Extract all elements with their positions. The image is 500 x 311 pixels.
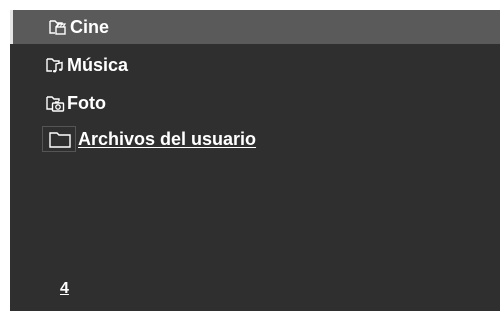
media-browser-screen: Cine Música Foto Archivos del usuario 4 — [10, 10, 500, 311]
menu-item-foto[interactable]: Foto — [10, 86, 500, 120]
music-folder-icon — [46, 58, 63, 73]
photo-folder-icon — [46, 96, 65, 112]
menu-item-label: Foto — [67, 93, 106, 113]
folder-icon — [49, 132, 71, 148]
menu-item-musica[interactable]: Música — [10, 48, 500, 82]
menu-item-archivos-del-usuario[interactable]: Archivos del usuario — [10, 122, 500, 156]
menu-item-label: Música — [67, 55, 129, 75]
page-number: 4 — [60, 280, 69, 297]
menu-item-label: Archivos del usuario — [78, 129, 257, 149]
menu-item-label: Cine — [70, 17, 110, 37]
movie-folder-icon — [49, 20, 67, 35]
menu-item-cine[interactable]: Cine — [10, 10, 500, 44]
